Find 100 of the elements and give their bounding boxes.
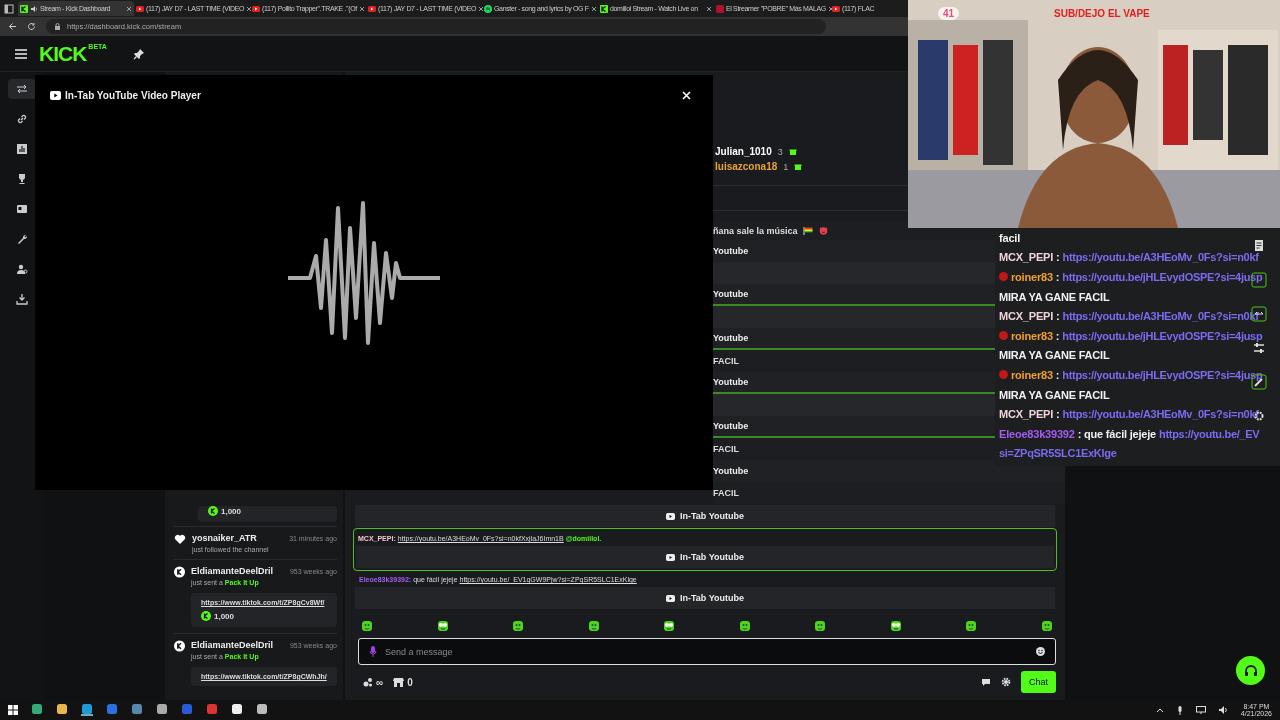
id-card-icon [16,203,28,215]
username: EldiamanteDeelDril [191,566,274,576]
taskbar-app[interactable] [231,704,243,716]
link[interactable]: https://youtu.be/A3HEoMv_0Fs?si=n0kf [1062,310,1259,323]
chat-message: MIRA YA GANE FACIL [999,290,1110,303]
heart-icon [174,533,186,545]
close-icon [681,90,691,100]
emote-icon[interactable] [436,620,449,632]
taskbar-app[interactable] [156,704,168,716]
trophy-icon [16,173,28,185]
close-icon[interactable] [706,5,712,12]
emote-icon[interactable] [965,620,978,632]
app-icon [256,704,268,714]
wrench-icon [16,233,28,245]
emote-icon[interactable] [361,620,373,632]
youtube-button[interactable]: In-Tab Youtube [356,546,1054,568]
emote-icon[interactable] [587,620,600,632]
taskbar-app[interactable] [256,704,268,716]
link[interactable]: https://youtu.be/_EV [1159,427,1260,440]
taskbar-app[interactable] [31,704,43,716]
chevron-up-icon[interactable] [1155,707,1164,713]
chat-button[interactable]: Chat [1021,671,1056,693]
video-play-icon [666,553,675,561]
emote-icon[interactable] [738,620,751,632]
download-box-icon [16,293,28,305]
username: Eleoe83k39392 [999,427,1075,440]
settings-icon[interactable] [1001,677,1011,687]
close-icon[interactable] [246,5,253,12]
chat-bubble-icon[interactable] [981,677,991,687]
chat-message: FACIL [713,488,739,498]
store-icon[interactable] [393,677,405,687]
kick-coin-icon [208,506,218,516]
taskbar-app[interactable] [56,704,68,716]
youtube-button-label[interactable]: Youtube [713,246,749,256]
panel-title: In-Tab YouTube Video Player [65,89,202,101]
username: yosnaiker_ATR [192,533,257,543]
message-field[interactable]: Send a message [358,638,1056,665]
youtube-button-label[interactable]: Youtube [713,289,749,299]
youtube-button-label[interactable]: Youtube [713,421,749,431]
link[interactable]: https://youtu.be/jHLEvydOSPE?si=4jusp [1062,271,1263,283]
username: MCX_PEPI [999,251,1054,264]
gift-icon [788,147,797,156]
k-badge-icon [174,640,185,652]
close-icon[interactable] [126,5,132,12]
windows-start-icon[interactable] [8,705,18,715]
microphone-icon [1176,705,1183,715]
app-icon [56,704,68,714]
leaderboard-name: Julian_1010 [715,146,772,157]
youtube-button-label[interactable]: Youtube [713,377,749,387]
username: roiner83 [1011,368,1053,381]
network-icon[interactable] [1195,706,1206,714]
youtube-button[interactable]: In-Tab Youtube [355,505,1055,527]
chat-message: MIRA YA GANE FACIL [999,349,1110,362]
username: roiner83 [1011,329,1053,342]
emote-icon[interactable] [814,620,827,632]
menu-icon[interactable] [15,48,27,59]
close-icon[interactable] [358,5,365,12]
link[interactable]: https://youtu.be/A3HEoMv_0Fs?si=n0kf [1062,408,1259,421]
chat-message: : que fácil jejeje [1077,427,1157,440]
link[interactable]: https://youtu.be/jHLEvydOSPE?si=4jusp [1062,368,1263,381]
username: roiner83 [1011,271,1053,283]
back-arrow-icon[interactable] [8,22,17,31]
youtube-button-label[interactable]: Youtube [713,466,749,476]
app-icon [231,704,243,714]
link[interactable]: si=ZPqSR5SLC1ExKlge [999,447,1117,460]
close-icon[interactable] [590,5,597,12]
app-icon [81,704,93,714]
emote-icon[interactable] [512,620,525,632]
video-play-icon [50,90,61,100]
emote-icon[interactable] [663,620,676,632]
chat-message: MIRA YA GANE FACIL [999,388,1110,401]
link[interactable]: https://youtu.be/A3HEoMv_0Fs?si=n0kf [1062,251,1259,264]
headset-icon [1242,662,1259,679]
sliders-icon[interactable] [1251,340,1267,356]
swap-arrows-icon [16,83,28,95]
reload-icon[interactable] [27,22,36,31]
app-icon [106,704,118,714]
app-icon [206,704,218,714]
chat-message: ñana sale la música [713,225,798,236]
emoji-icon[interactable] [1036,647,1045,656]
close-icon[interactable] [478,5,485,12]
link[interactable]: https://youtu.be/jHLEvydOSPE?si=4jusp [1062,329,1263,342]
youtube-button[interactable]: In-Tab Youtube [355,587,1055,609]
app-icon [156,704,168,714]
speaker-icon [30,4,38,13]
speaker-icon[interactable] [1218,706,1228,714]
coin-amount: 1,000 [214,611,235,621]
youtube-button-label[interactable]: Youtube [713,333,749,343]
chat-message: FACIL [713,356,739,366]
store-count: 0 [407,676,413,688]
chat-message: : [1055,271,1060,283]
window-menu-icon[interactable] [4,3,14,14]
emote-icon[interactable] [1040,620,1053,632]
message-input[interactable]: Send a message [385,646,1028,657]
user-gear-icon [16,263,28,275]
emote-icon[interactable] [889,620,902,632]
chat-message: FACIL [713,444,739,454]
pin-icon[interactable] [132,47,145,60]
taskbar-app[interactable] [81,704,93,716]
chat-message: : [1056,310,1060,323]
